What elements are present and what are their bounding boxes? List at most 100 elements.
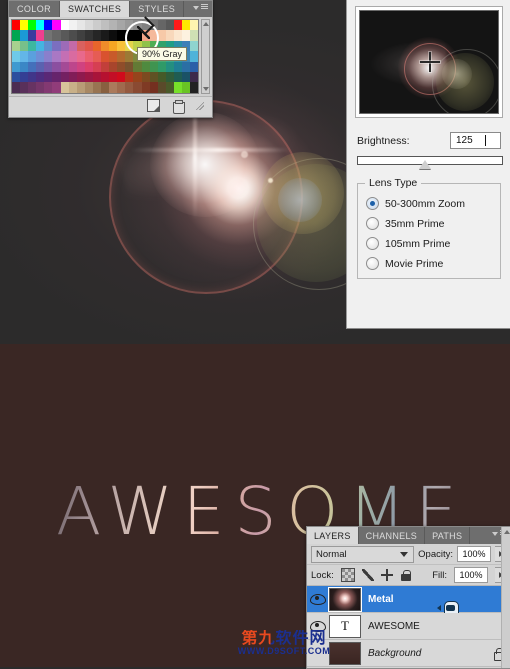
color-swatch[interactable]: [165, 82, 174, 93]
color-swatch[interactable]: [125, 51, 134, 62]
color-swatch[interactable]: [52, 82, 61, 93]
color-swatch[interactable]: [141, 71, 150, 83]
color-swatch[interactable]: [76, 82, 85, 93]
color-swatch[interactable]: [181, 82, 191, 93]
layer-name[interactable]: Background: [368, 648, 494, 659]
color-swatch[interactable]: [84, 40, 93, 52]
new-swatch-icon[interactable]: [147, 99, 160, 113]
scroll-down-icon[interactable]: [202, 86, 209, 91]
opacity-input[interactable]: 100%: [457, 546, 491, 562]
swatches-scrollbar[interactable]: [201, 19, 210, 94]
color-swatch[interactable]: [36, 20, 45, 31]
color-swatch[interactable]: [117, 82, 126, 93]
color-swatch[interactable]: [12, 51, 21, 62]
color-swatch[interactable]: [20, 30, 29, 41]
color-swatch[interactable]: [181, 61, 191, 72]
lens-flare-dialog[interactable]: Brightness: 125 Lens Type 50-300mm Zoom …: [346, 0, 510, 329]
color-swatch[interactable]: [12, 82, 21, 93]
color-swatch[interactable]: [68, 71, 77, 83]
color-swatch[interactable]: [157, 30, 166, 41]
color-swatch[interactable]: [117, 51, 126, 62]
color-swatch[interactable]: [101, 71, 110, 83]
color-swatch[interactable]: [141, 61, 150, 72]
color-swatch[interactable]: [60, 40, 69, 52]
color-swatch[interactable]: [173, 82, 182, 93]
color-swatch[interactable]: [44, 71, 53, 83]
color-swatch[interactable]: [157, 82, 166, 93]
color-swatch[interactable]: [28, 51, 37, 62]
color-swatch[interactable]: [76, 40, 85, 52]
color-swatch[interactable]: [76, 71, 85, 83]
color-swatch[interactable]: [60, 71, 69, 83]
color-swatch[interactable]: [125, 20, 134, 31]
swatches-panel[interactable]: COLOR SWATCHES STYLES 90% Gray: [8, 0, 213, 118]
tab-styles[interactable]: STYLES: [130, 1, 185, 17]
color-swatch[interactable]: [28, 20, 37, 31]
color-swatch[interactable]: [60, 82, 69, 93]
color-swatch[interactable]: [52, 40, 61, 52]
color-swatch[interactable]: [28, 30, 37, 41]
color-swatch[interactable]: [84, 20, 93, 31]
color-swatch[interactable]: [68, 20, 77, 31]
color-swatch[interactable]: [44, 61, 53, 72]
color-swatch[interactable]: [109, 82, 118, 93]
color-swatch[interactable]: [92, 30, 102, 41]
color-swatch[interactable]: [190, 30, 199, 41]
color-swatch[interactable]: [84, 71, 93, 83]
color-swatch[interactable]: [44, 51, 53, 62]
color-swatch[interactable]: [157, 20, 166, 31]
color-swatch[interactable]: [173, 30, 182, 41]
color-swatch[interactable]: [28, 40, 37, 52]
color-swatch[interactable]: [117, 30, 126, 41]
color-swatch[interactable]: [28, 61, 37, 72]
color-swatch[interactable]: [149, 82, 158, 93]
color-swatch[interactable]: [109, 40, 118, 52]
color-swatch[interactable]: [157, 61, 166, 72]
color-swatch[interactable]: [125, 40, 134, 52]
color-swatch[interactable]: [52, 51, 61, 62]
panel-menu-button[interactable]: [193, 4, 208, 11]
lock-transparent-pixels-icon[interactable]: [340, 568, 355, 582]
color-swatch[interactable]: [20, 20, 29, 31]
color-swatch[interactable]: [12, 30, 21, 41]
color-swatch[interactable]: [28, 71, 37, 83]
color-swatch[interactable]: [125, 71, 134, 83]
tab-paths[interactable]: PATHS: [425, 527, 471, 544]
color-swatch[interactable]: [60, 30, 69, 41]
tab-channels[interactable]: CHANNELS: [359, 527, 426, 544]
color-swatch[interactable]: [125, 30, 134, 41]
color-swatch[interactable]: [125, 61, 134, 72]
color-swatch[interactable]: [20, 82, 29, 93]
flare-center-crosshair-icon[interactable]: [420, 52, 440, 72]
color-swatch[interactable]: [44, 30, 53, 41]
color-swatch[interactable]: [68, 40, 77, 52]
tab-layers[interactable]: LAYERS: [307, 527, 359, 544]
color-swatch[interactable]: [181, 20, 191, 31]
brightness-input[interactable]: 125: [450, 132, 501, 149]
radio-option-movie-prime[interactable]: Movie Prime: [366, 257, 492, 270]
color-swatch[interactable]: [84, 51, 93, 62]
color-swatch[interactable]: [60, 20, 69, 31]
layer-name[interactable]: Metal: [368, 594, 510, 605]
color-swatch[interactable]: [12, 40, 21, 52]
radio-option-35mm-prime[interactable]: 35mm Prime: [366, 217, 492, 230]
color-swatch[interactable]: [28, 82, 37, 93]
color-swatch[interactable]: [20, 40, 29, 52]
tab-color[interactable]: COLOR: [9, 1, 61, 17]
color-swatch[interactable]: [68, 51, 77, 62]
color-swatch[interactable]: [84, 61, 93, 72]
color-swatch[interactable]: [52, 30, 61, 41]
color-swatch[interactable]: [181, 71, 191, 83]
color-swatch[interactable]: [141, 82, 150, 93]
color-swatch[interactable]: [44, 20, 53, 31]
color-swatch[interactable]: [92, 40, 102, 52]
scroll-up-icon[interactable]: [202, 22, 209, 26]
color-swatch[interactable]: [190, 71, 199, 83]
color-swatch[interactable]: [76, 30, 85, 41]
color-swatch[interactable]: [36, 82, 45, 93]
color-swatch[interactable]: [12, 20, 21, 31]
color-swatch[interactable]: [173, 71, 182, 83]
color-swatch[interactable]: [92, 51, 102, 62]
color-swatch[interactable]: [117, 40, 126, 52]
trash-icon[interactable]: [173, 99, 185, 114]
